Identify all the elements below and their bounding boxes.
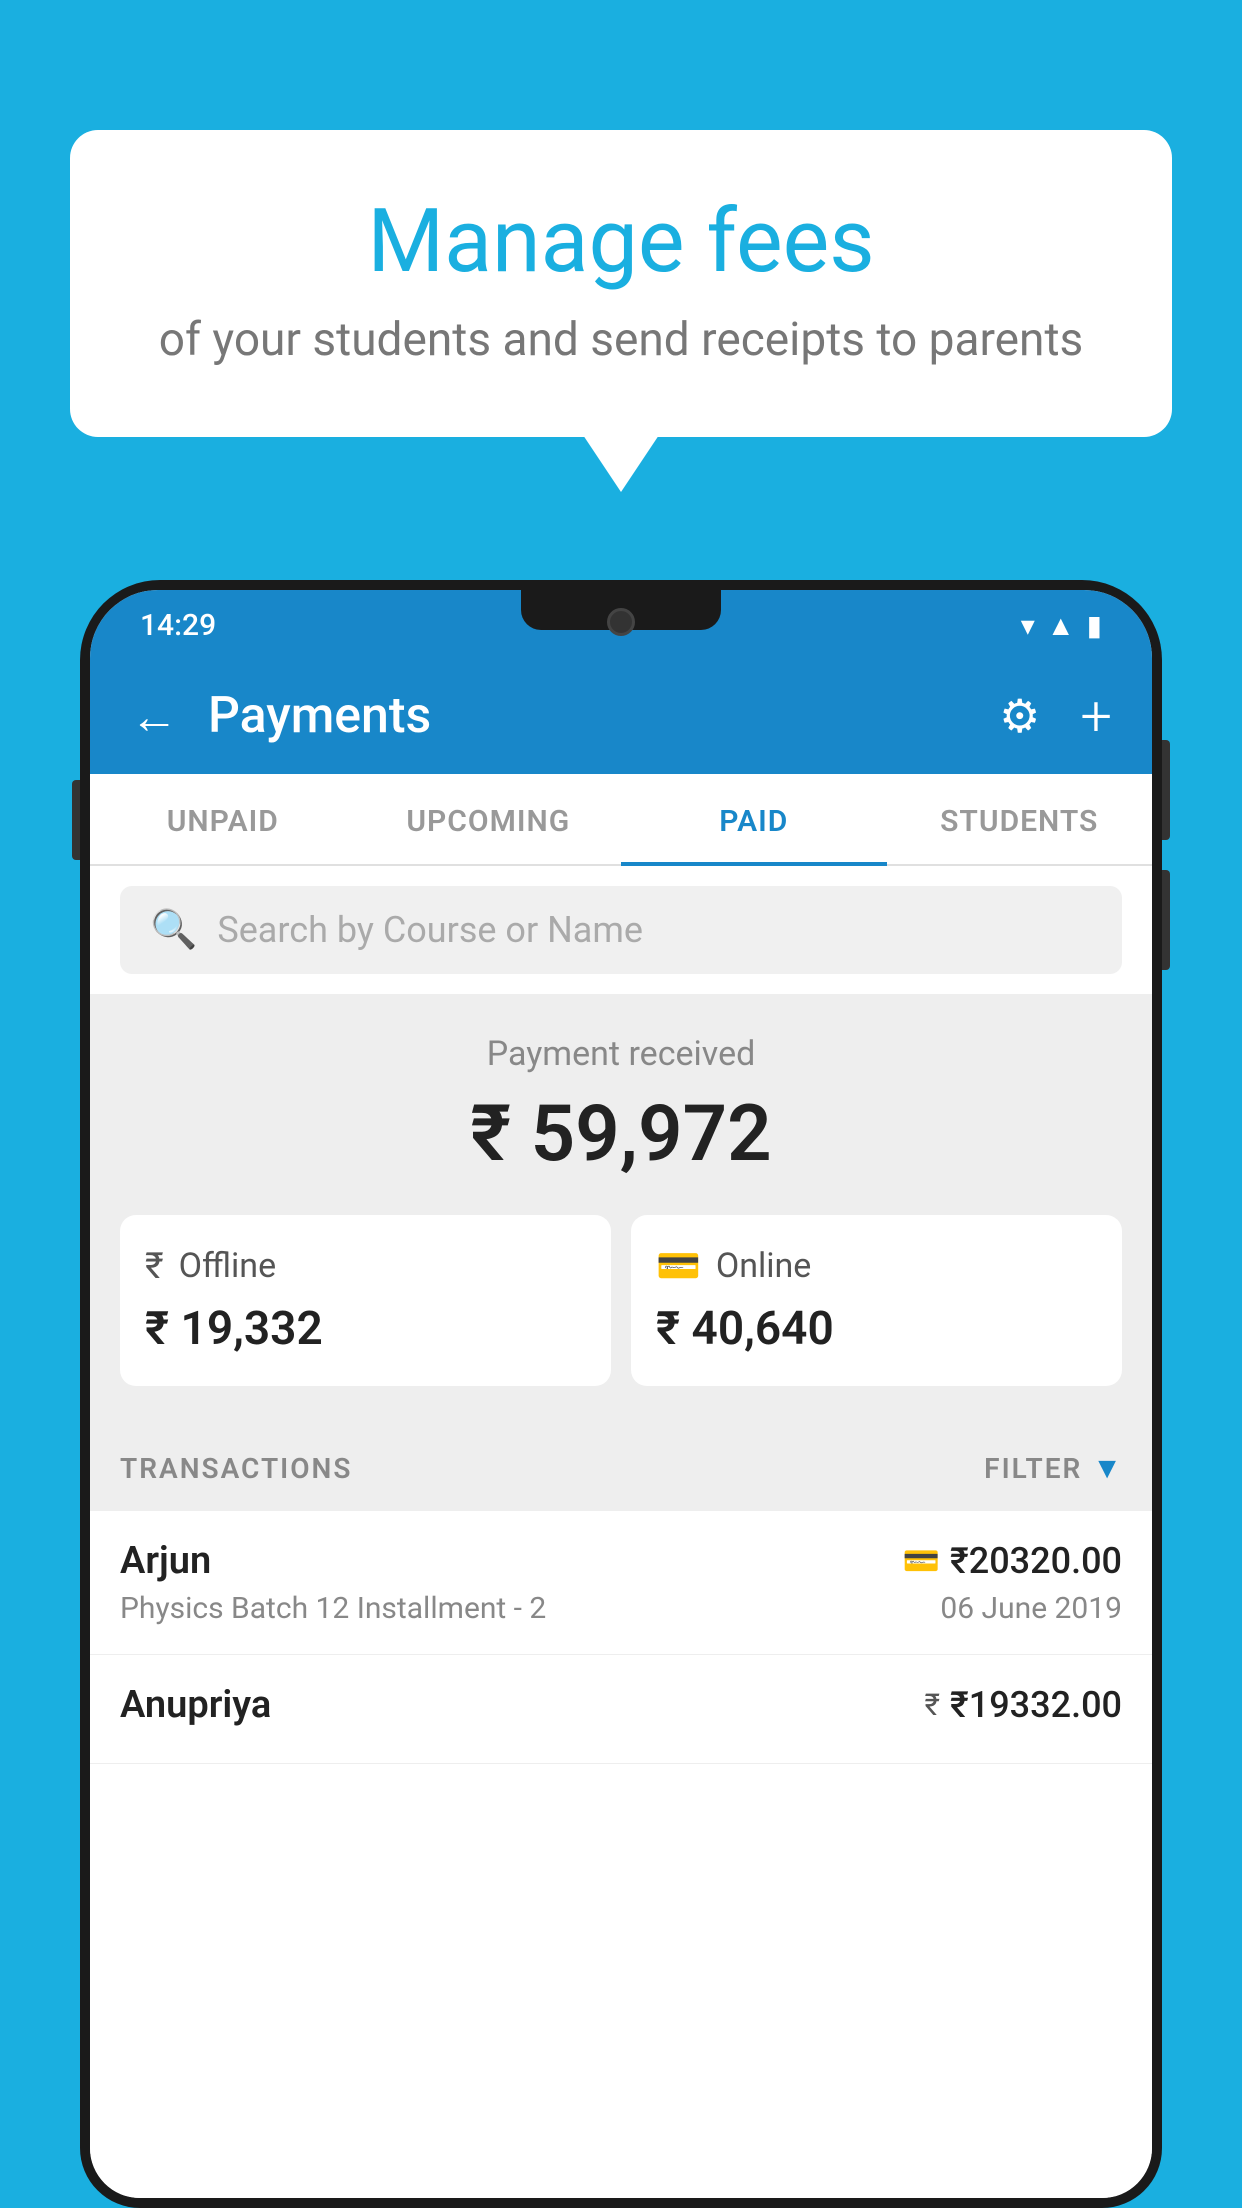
gear-icon[interactable]: ⚙ [999, 689, 1040, 744]
transaction-row[interactable]: Arjun 💳 ₹20320.00 Physics Batch 12 Insta… [90, 1511, 1152, 1655]
online-amount: ₹ 40,640 [656, 1302, 1097, 1356]
wifi-icon: ▾ [1021, 609, 1035, 642]
side-button-volume [72, 780, 80, 860]
phone-camera [607, 608, 635, 636]
offline-amount: ₹ 19,332 [145, 1302, 586, 1356]
card-icon: 💳 [656, 1245, 701, 1287]
offline-card: ₹ Offline ₹ 19,332 [120, 1215, 611, 1386]
speech-bubble-container: Manage fees of your students and send re… [70, 130, 1172, 437]
transaction-amount: ₹20320.00 [950, 1540, 1122, 1582]
search-icon: 🔍 [150, 908, 197, 952]
side-button-power [1162, 740, 1170, 840]
tab-upcoming[interactable]: UPCOMING [356, 774, 622, 864]
offline-card-header: ₹ Offline [145, 1245, 586, 1287]
rupee-payment-icon: ₹ [924, 1688, 940, 1723]
tabs-container: UNPAID UPCOMING PAID STUDENTS [90, 774, 1152, 866]
online-card: 💳 Online ₹ 40,640 [631, 1215, 1122, 1386]
transaction-course: Physics Batch 12 Installment - 2 [120, 1591, 546, 1626]
transaction-date: 06 June 2019 [940, 1591, 1122, 1626]
phone-outer: 14:29 ▾ ▲ ▮ ← Payments ⚙ + UNPAID [80, 580, 1162, 2208]
filter-icon: ▼ [1092, 1451, 1122, 1486]
online-label: Online [716, 1246, 812, 1286]
online-card-header: 💳 Online [656, 1245, 1097, 1287]
bubble-title: Manage fees [140, 190, 1102, 293]
transaction-amount-area: ₹ ₹19332.00 [924, 1684, 1122, 1726]
search-input-wrapper[interactable]: 🔍 Search by Course or Name [120, 886, 1122, 974]
offline-label: Offline [179, 1246, 276, 1286]
transactions-header: TRANSACTIONS FILTER ▼ [90, 1426, 1152, 1511]
tab-unpaid[interactable]: UNPAID [90, 774, 356, 864]
transaction-name: Arjun [120, 1539, 211, 1583]
tab-paid[interactable]: PAID [621, 774, 887, 864]
phone-notch [521, 590, 721, 630]
search-input[interactable]: Search by Course or Name [217, 909, 643, 951]
transaction-top: Arjun 💳 ₹20320.00 [120, 1539, 1122, 1583]
bubble-subtitle: of your students and send receipts to pa… [140, 313, 1102, 367]
transactions-list: Arjun 💳 ₹20320.00 Physics Batch 12 Insta… [90, 1511, 1152, 2198]
transaction-amount-area: 💳 ₹20320.00 [903, 1540, 1122, 1582]
add-button[interactable]: + [1080, 683, 1112, 749]
status-icons: ▾ ▲ ▮ [1021, 609, 1102, 642]
transaction-row[interactable]: Anupriya ₹ ₹19332.00 [90, 1655, 1152, 1764]
transactions-label: TRANSACTIONS [120, 1452, 352, 1485]
battery-icon: ▮ [1087, 609, 1102, 642]
status-time: 14:29 [140, 608, 216, 643]
transaction-name: Anupriya [120, 1683, 271, 1727]
rupee-offline-icon: ₹ [145, 1245, 164, 1287]
speech-bubble: Manage fees of your students and send re… [70, 130, 1172, 437]
transaction-top: Anupriya ₹ ₹19332.00 [120, 1683, 1122, 1727]
payment-cards: ₹ Offline ₹ 19,332 💳 Online ₹ 40,640 [120, 1215, 1122, 1386]
transaction-amount: ₹19332.00 [950, 1684, 1122, 1726]
side-button-volume-right [1162, 870, 1170, 970]
signal-icon: ▲ [1047, 609, 1075, 642]
payment-received-label: Payment received [120, 1034, 1122, 1074]
filter-label: FILTER [984, 1452, 1082, 1485]
back-button[interactable]: ← [130, 688, 178, 745]
filter-area[interactable]: FILTER ▼ [984, 1451, 1122, 1486]
card-payment-icon: 💳 [903, 1544, 940, 1579]
tab-students[interactable]: STUDENTS [887, 774, 1153, 864]
payment-received-section: Payment received ₹ 59,972 ₹ Offline ₹ 19… [90, 994, 1152, 1426]
app-bar: ← Payments ⚙ + [90, 658, 1152, 774]
phone-mockup: 14:29 ▾ ▲ ▮ ← Payments ⚙ + UNPAID [80, 580, 1162, 2208]
search-container: 🔍 Search by Course or Name [90, 866, 1152, 994]
transaction-bottom: Physics Batch 12 Installment - 2 06 June… [120, 1591, 1122, 1626]
app-title: Payments [208, 687, 969, 745]
payment-received-amount: ₹ 59,972 [120, 1089, 1122, 1180]
phone-screen: 14:29 ▾ ▲ ▮ ← Payments ⚙ + UNPAID [90, 590, 1152, 2198]
